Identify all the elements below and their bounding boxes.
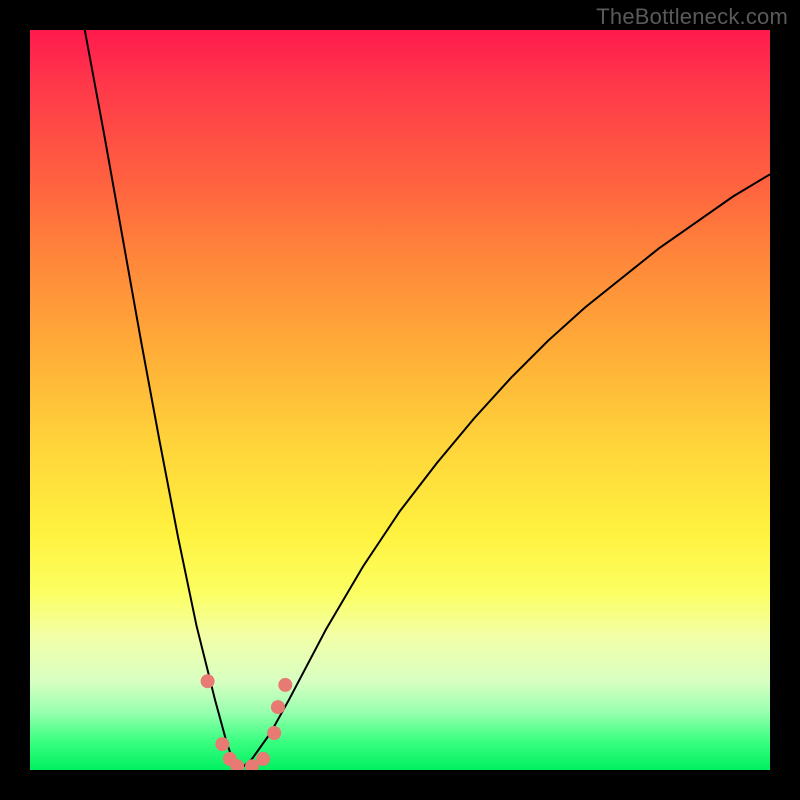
watermark-text: TheBottleneck.com: [596, 4, 788, 30]
data-point: [256, 752, 270, 766]
data-point: [267, 726, 281, 740]
data-point: [271, 700, 285, 714]
data-point: [278, 678, 292, 692]
plot-area: [30, 30, 770, 770]
curve-right-branch: [239, 174, 770, 770]
chart-frame: TheBottleneck.com: [0, 0, 800, 800]
data-points-group: [201, 674, 293, 770]
data-point: [215, 737, 229, 751]
curve-layer: [30, 30, 770, 770]
curve-left-branch: [85, 30, 240, 770]
data-point: [201, 674, 215, 688]
